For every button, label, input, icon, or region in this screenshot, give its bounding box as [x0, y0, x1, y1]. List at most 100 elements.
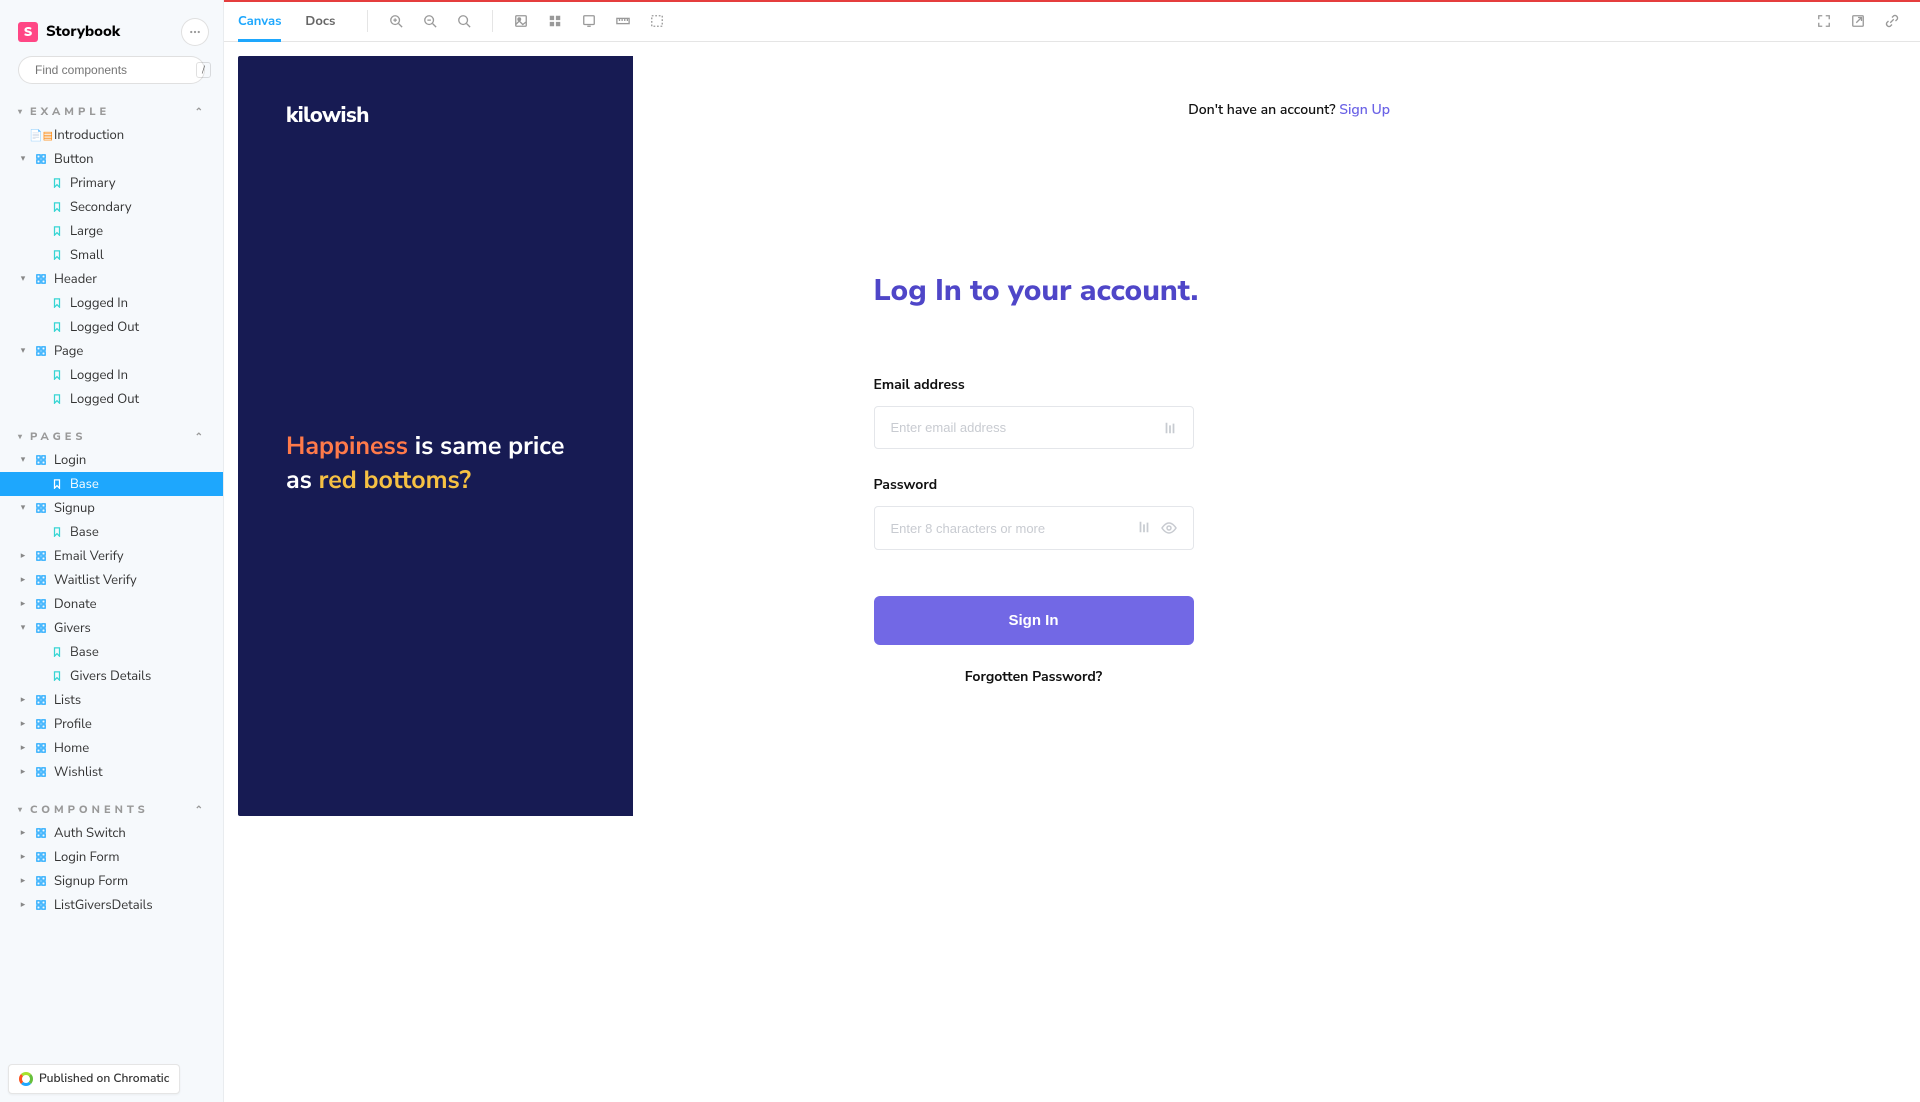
component-icon	[34, 719, 48, 729]
tree-item-label: Base	[70, 475, 99, 493]
tree-item-label: Small	[70, 246, 104, 264]
component-icon	[34, 900, 48, 910]
tree-item-login-form[interactable]: ▸Login Form	[0, 845, 223, 869]
tree-item-waitlist-verify[interactable]: ▸Waitlist Verify	[0, 568, 223, 592]
toolbar-separator	[367, 10, 368, 32]
tree-item-donate[interactable]: ▸Donate	[0, 592, 223, 616]
tree-item-base[interactable]: Base	[0, 472, 223, 496]
component-icon	[34, 346, 48, 356]
tree-item-logged-in[interactable]: Logged In	[0, 291, 223, 315]
grid-button[interactable]	[541, 7, 569, 35]
tree-item-label: Button	[54, 150, 94, 168]
forgot-password-link[interactable]: Forgotten Password?	[874, 667, 1194, 686]
tree-item-profile[interactable]: ▸Profile	[0, 712, 223, 736]
caret-icon: ▸	[18, 694, 28, 706]
tree-item-login[interactable]: ▾Login	[0, 448, 223, 472]
tree-item-label: Signup	[54, 499, 95, 517]
email-label: Email address	[874, 375, 1194, 394]
tagline: Happiness is same price as red bottoms?	[286, 430, 585, 498]
tab-canvas[interactable]: Canvas	[238, 0, 281, 41]
tree-item-large[interactable]: Large	[0, 219, 223, 243]
storybook-logo[interactable]: S Storybook	[18, 22, 120, 42]
tree-item-introduction[interactable]: ▤Introduction	[0, 123, 223, 147]
email-field-wrap[interactable]	[874, 406, 1194, 449]
signup-prompt-text: Don't have an account?	[1188, 100, 1339, 119]
tree-item-primary[interactable]: Primary	[0, 171, 223, 195]
story-icon	[50, 671, 64, 681]
tree-item-label: Login	[54, 451, 86, 469]
section-header-pages[interactable]: ▾PAGES⌃	[0, 423, 223, 448]
password-manager-icon[interactable]	[1163, 421, 1177, 435]
zoom-out-button[interactable]	[416, 7, 444, 35]
search-input[interactable]	[35, 63, 190, 77]
tree-item-home[interactable]: ▸Home	[0, 736, 223, 760]
tree-item-label: Givers Details	[70, 667, 151, 685]
tree-item-logged-in[interactable]: Logged In	[0, 363, 223, 387]
canvas-area: kilowish Happiness is same price as red …	[224, 42, 1920, 1102]
search-input-wrap[interactable]: /	[18, 56, 205, 84]
tree-item-wishlist[interactable]: ▸Wishlist	[0, 760, 223, 784]
tree-item-auth-switch[interactable]: ▸Auth Switch	[0, 821, 223, 845]
tree-item-label: Givers	[54, 619, 91, 637]
section-header-example[interactable]: ▾EXAMPLE⌃	[0, 98, 223, 123]
password-manager-icon-2[interactable]	[1137, 520, 1151, 536]
caret-icon: ▸	[18, 766, 28, 778]
section-expand-icon[interactable]: ⌃	[195, 430, 207, 444]
section-expand-icon[interactable]: ⌃	[195, 105, 207, 119]
password-field-wrap[interactable]	[874, 506, 1194, 550]
tree-item-secondary[interactable]: Secondary	[0, 195, 223, 219]
component-icon	[34, 695, 48, 705]
section-expand-icon[interactable]: ⌃	[195, 803, 207, 817]
tree-item-page[interactable]: ▾Page	[0, 339, 223, 363]
caret-icon: ▸	[18, 742, 28, 754]
published-badge[interactable]: Published on Chromatic	[8, 1064, 180, 1094]
tree-item-label: Page	[54, 342, 83, 360]
component-icon	[34, 852, 48, 862]
tree-item-logged-out[interactable]: Logged Out	[0, 315, 223, 339]
tree-item-givers-details[interactable]: Givers Details	[0, 664, 223, 688]
tree-item-label: Primary	[70, 174, 116, 192]
copy-link-button[interactable]	[1878, 7, 1906, 35]
open-new-tab-button[interactable]	[1844, 7, 1872, 35]
tree-item-signup[interactable]: ▾Signup	[0, 496, 223, 520]
component-icon	[34, 828, 48, 838]
tab-docs[interactable]: Docs	[305, 0, 335, 41]
background-button[interactable]	[507, 7, 535, 35]
component-icon	[34, 743, 48, 753]
zoom-in-button[interactable]	[382, 7, 410, 35]
tree-item-givers[interactable]: ▾Givers	[0, 616, 223, 640]
password-label: Password	[874, 475, 1194, 494]
tree-item-base[interactable]: Base	[0, 640, 223, 664]
section-header-components[interactable]: ▾COMPONENTS⌃	[0, 796, 223, 821]
signin-button[interactable]: Sign In	[874, 596, 1194, 645]
email-input[interactable]	[891, 420, 1155, 435]
sidebar-menu-button[interactable]	[181, 18, 209, 46]
viewport-button[interactable]	[575, 7, 603, 35]
tree-item-label: Secondary	[70, 198, 132, 216]
tree-item-small[interactable]: Small	[0, 243, 223, 267]
tree-item-email-verify[interactable]: ▸Email Verify	[0, 544, 223, 568]
fullscreen-button[interactable]	[1810, 7, 1838, 35]
tree-item-label: Logged Out	[70, 318, 139, 336]
caret-icon: ▾	[18, 153, 28, 165]
measure-button[interactable]	[609, 7, 637, 35]
component-icon	[34, 575, 48, 585]
tree-item-base[interactable]: Base	[0, 520, 223, 544]
password-input[interactable]	[891, 521, 1129, 536]
tree-item-header[interactable]: ▾Header	[0, 267, 223, 291]
story-icon	[50, 226, 64, 236]
outline-button[interactable]	[643, 7, 671, 35]
tree-item-lists[interactable]: ▸Lists	[0, 688, 223, 712]
tree-item-label: Login Form	[54, 848, 119, 866]
zoom-reset-button[interactable]	[450, 7, 478, 35]
tree-item-button[interactable]: ▾ Button	[0, 147, 223, 171]
tree-item-logged-out[interactable]: Logged Out	[0, 387, 223, 411]
tree-item-signup-form[interactable]: ▸Signup Form	[0, 869, 223, 893]
signup-link[interactable]: Sign Up	[1339, 100, 1390, 119]
chromatic-icon	[19, 1072, 33, 1086]
tree-item-label: Base	[70, 523, 99, 541]
tagline-word-2: red bottoms?	[319, 463, 471, 497]
tree-item-listgiversdetails[interactable]: ▸ListGiversDetails	[0, 893, 223, 917]
component-icon	[34, 455, 48, 465]
show-password-icon[interactable]	[1161, 520, 1177, 536]
